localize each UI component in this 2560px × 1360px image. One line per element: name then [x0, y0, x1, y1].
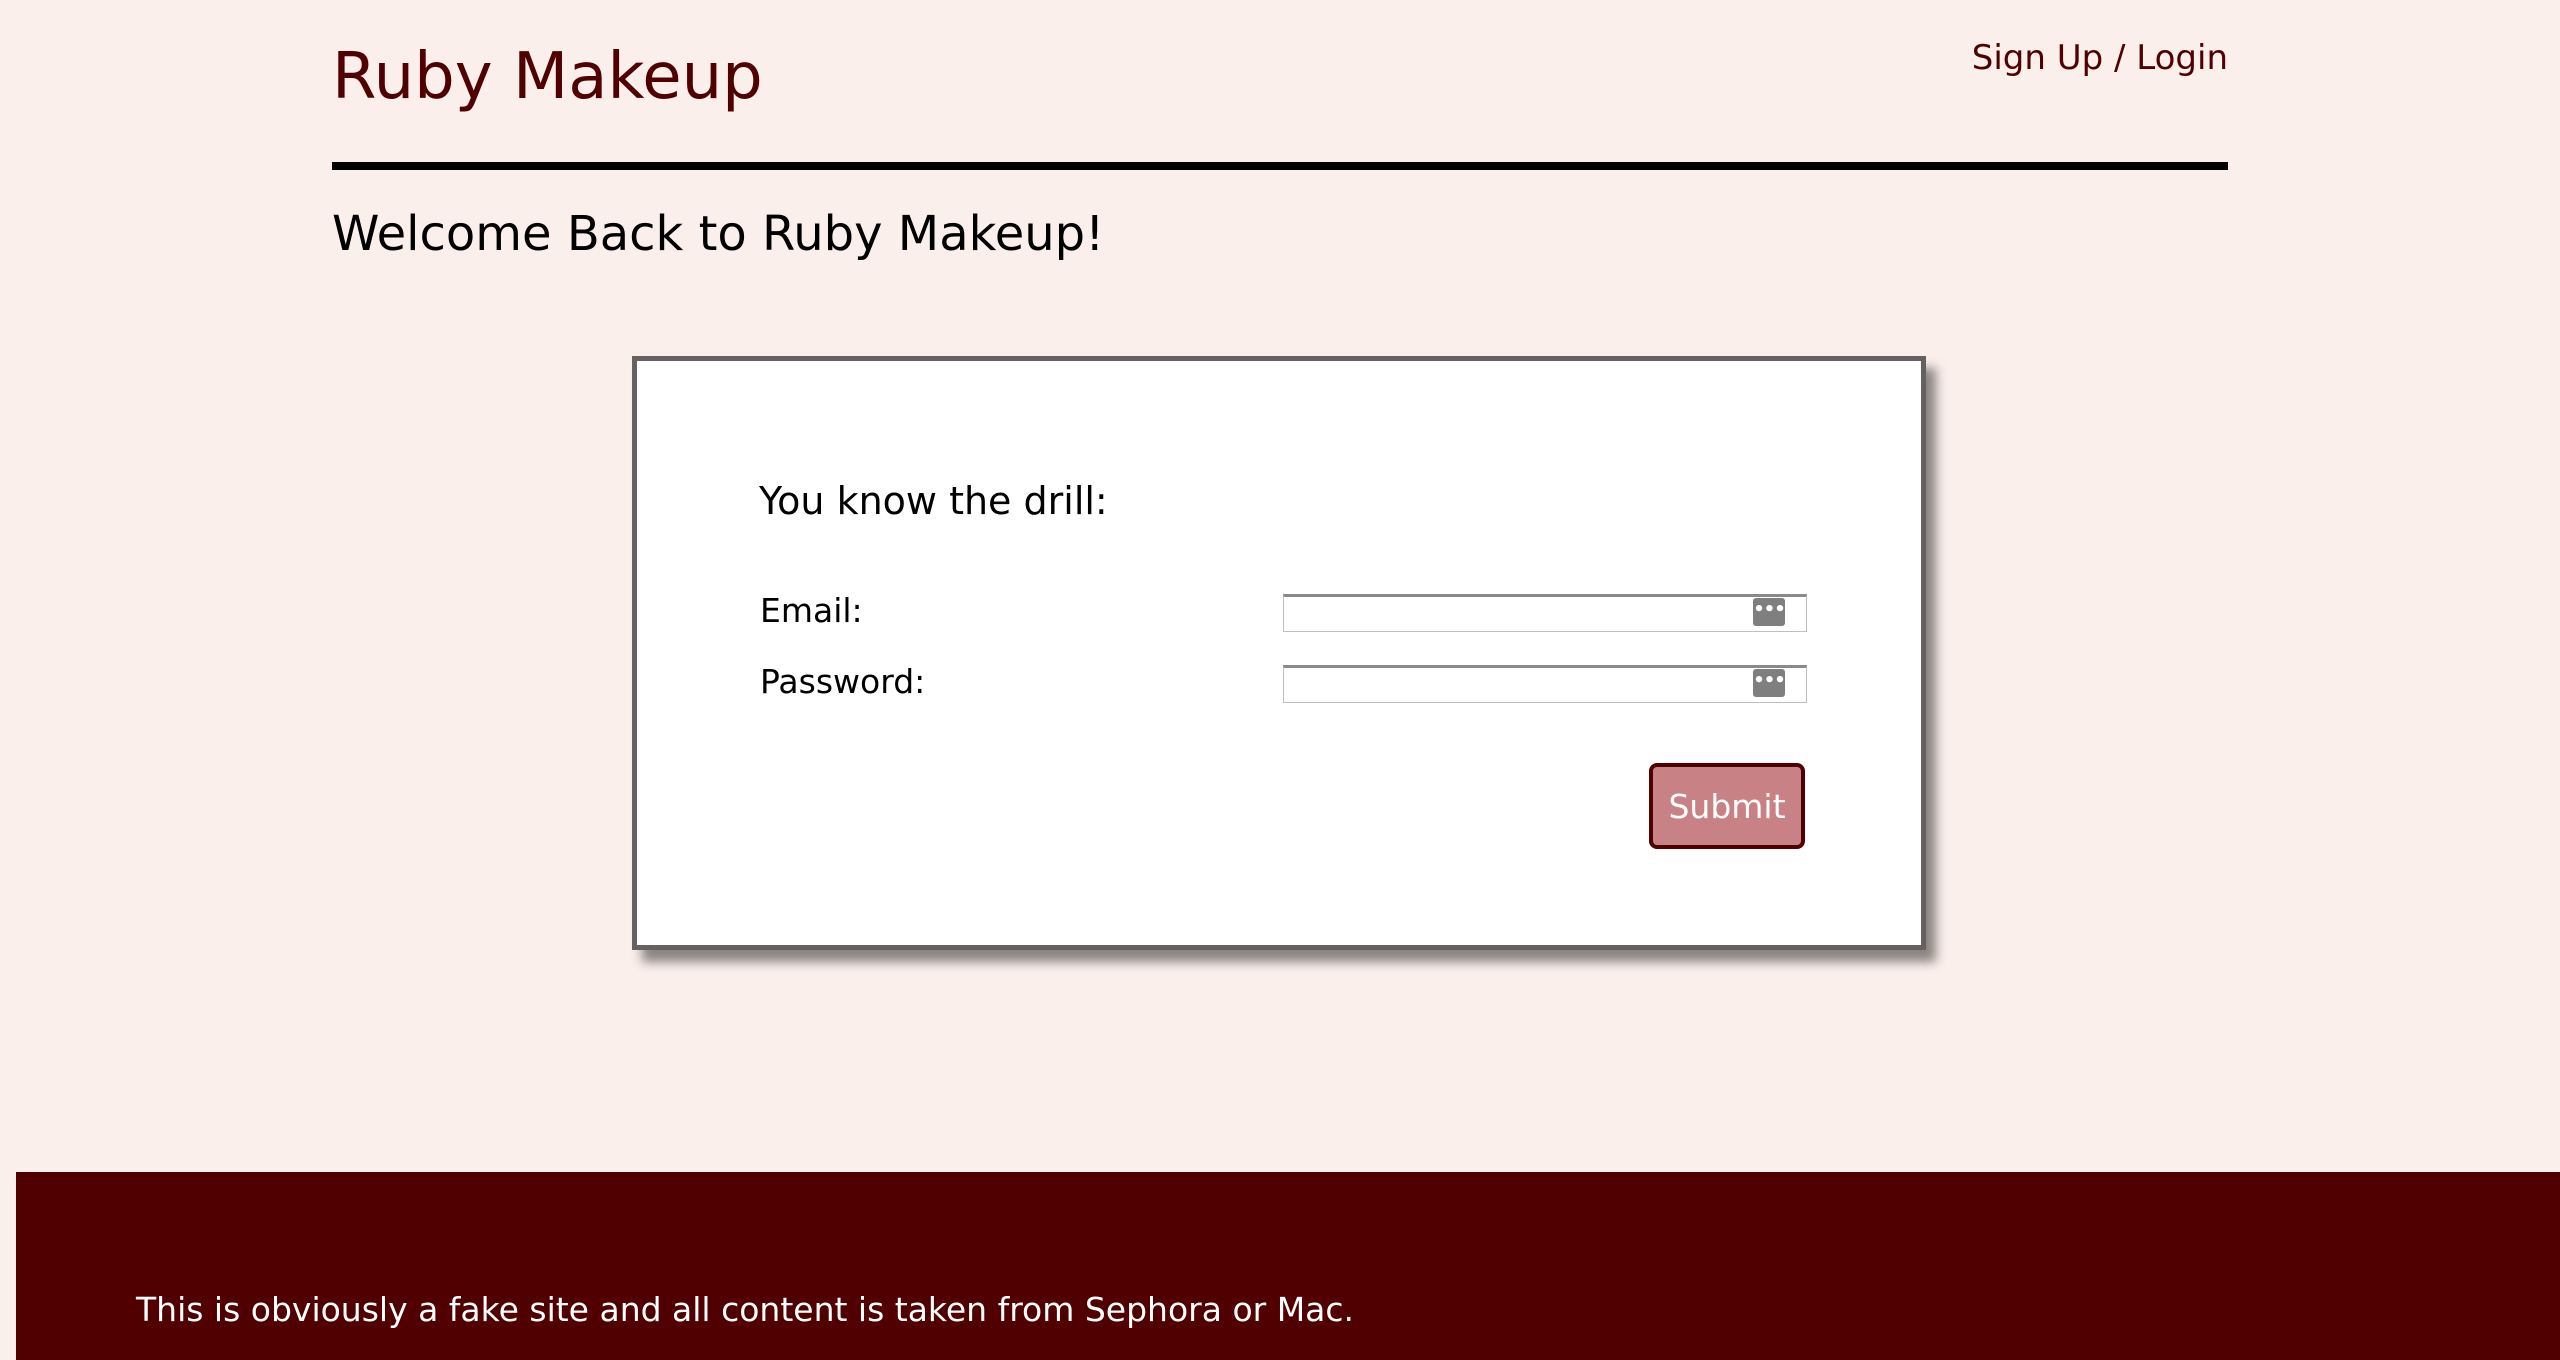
form-heading: You know the drill: — [759, 479, 1108, 523]
page-title: Welcome Back to Ruby Makeup! — [332, 206, 1105, 262]
footer-disclaimer: This is obviously a fake site and all co… — [136, 1290, 1355, 1329]
site-footer: This is obviously a fake site and all co… — [16, 1172, 2560, 1360]
password-field[interactable] — [1283, 665, 1807, 703]
autofill-key-icon[interactable]: ••• — [1753, 669, 1786, 697]
email-label: Email: — [760, 591, 863, 630]
site-title: Ruby Makeup — [332, 40, 763, 114]
email-field[interactable] — [1283, 594, 1807, 632]
submit-button[interactable]: Submit — [1649, 763, 1805, 849]
autofill-key-icon[interactable]: ••• — [1753, 598, 1786, 626]
password-label: Password: — [760, 662, 926, 701]
site-header: Ruby Makeup Sign Up / Login — [332, 0, 2228, 170]
signup-login-link[interactable]: Sign Up / Login — [1972, 39, 2228, 77]
login-form: You know the drill: Email: ••• Password:… — [632, 356, 1926, 950]
